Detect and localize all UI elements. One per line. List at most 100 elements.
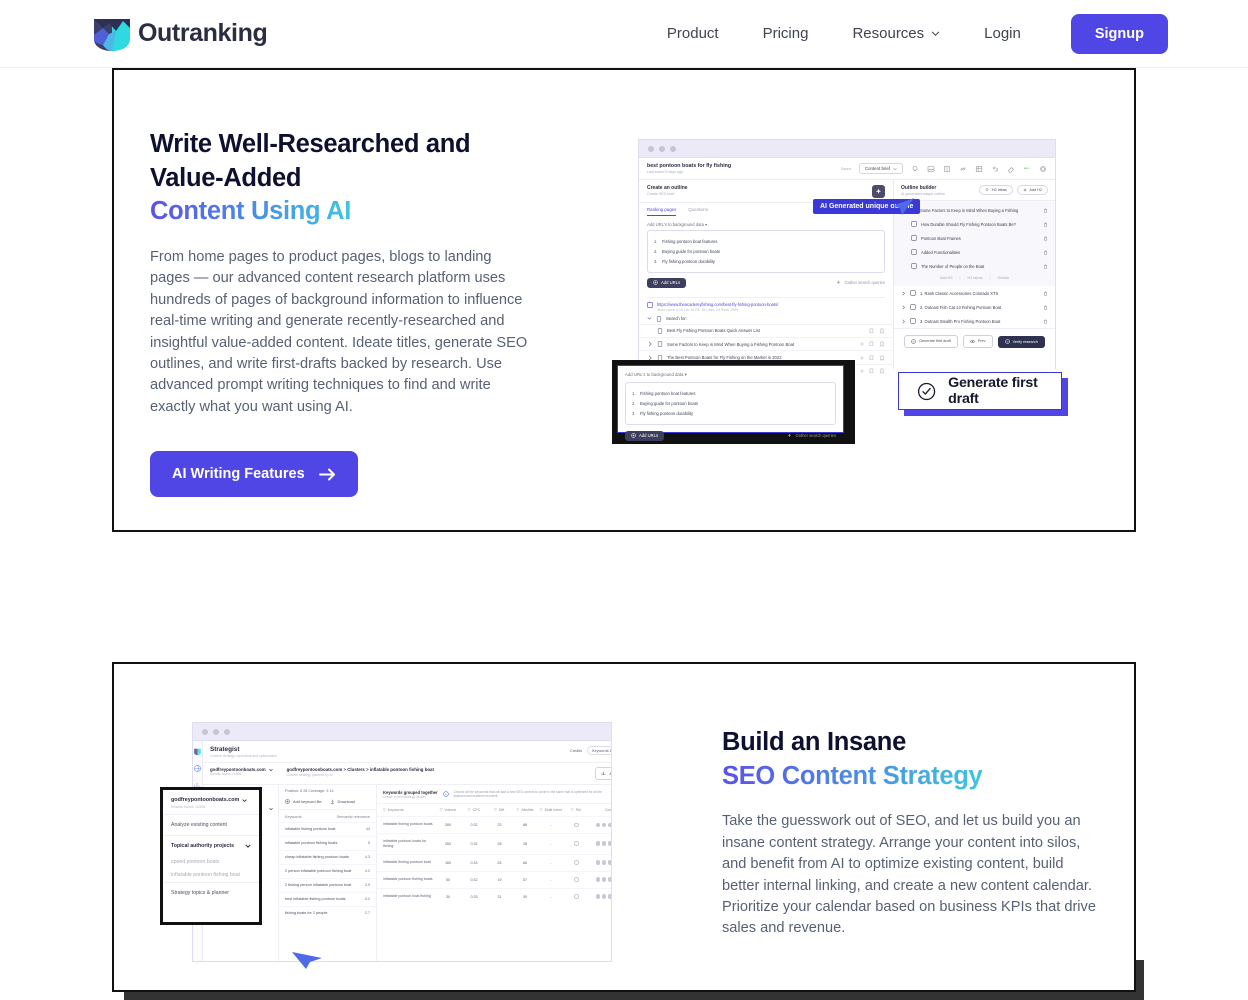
checkbox[interactable] <box>647 301 653 308</box>
outranking-logo-icon[interactable] <box>193 747 202 756</box>
settings-icon[interactable] <box>1039 165 1047 173</box>
link-icon[interactable] <box>959 165 967 173</box>
ai-generate-button[interactable] <box>872 185 885 198</box>
trash-icon[interactable] <box>1043 305 1048 310</box>
table-row[interactable]: inflatable pontoon fishing boats 50 0.32… <box>377 870 611 888</box>
overlay-item-inflatable-pontoon[interactable]: inflatable pontoon fishing boat <box>163 869 259 882</box>
row-actions[interactable] <box>859 341 885 347</box>
overlay-item-analyze-existing[interactable]: Analyze existing content <box>163 814 259 835</box>
th-keywords[interactable]: ▽ Keywords <box>383 808 435 813</box>
signup-button[interactable]: Signup <box>1070 13 1168 54</box>
h2-ideas-button[interactable]: H2 ideas <box>979 185 1013 196</box>
keyword-row[interactable]: inflatable pontoon fishing boats 5 <box>279 835 376 850</box>
outline-sub-item[interactable]: The Number of People on the Boat <box>894 259 1055 273</box>
undo-icon[interactable] <box>991 165 999 173</box>
generate-first-draft-callout[interactable]: Generate first draft <box>898 372 1068 416</box>
bookmark-icon[interactable] <box>879 328 885 334</box>
download-button[interactable]: Download <box>330 799 355 804</box>
plus-icon[interactable] <box>859 341 865 347</box>
image-icon[interactable] <box>927 165 935 173</box>
th-cpc[interactable]: ▽ CPC <box>461 808 487 813</box>
table-row[interactable]: inflatable pontoon boats for fishing 260… <box>377 832 611 854</box>
mode-selector[interactable]: Content brief <box>858 163 903 174</box>
tab-ranking-pages[interactable]: Ranking pages <box>647 207 677 216</box>
nav-item-pricing[interactable]: Pricing <box>741 15 831 52</box>
outline-sub-item[interactable]: How Durable Should Fly Fishing Pontoon B… <box>894 217 1055 231</box>
row-actions[interactable] <box>859 368 885 374</box>
table-row[interactable]: inflatable fishing pontoon boat 160 0.33… <box>377 853 611 871</box>
overlay-item-strategy-topics[interactable]: Strategy topics & planner <box>163 882 259 903</box>
nav-item-resources[interactable]: Resources <box>830 15 962 52</box>
bookmark-icon[interactable] <box>879 368 885 374</box>
bookmark-icon[interactable] <box>879 341 885 347</box>
copy-icon[interactable] <box>869 368 875 374</box>
trash-icon[interactable] <box>1043 236 1048 241</box>
chevron-right-icon[interactable] <box>901 319 906 324</box>
gather-queries-button[interactable]: Gather search queries <box>836 280 885 285</box>
table-row[interactable]: inflatable pontoon boat fishing 30 0.33 … <box>377 887 611 905</box>
book-icon[interactable] <box>943 165 951 173</box>
chevron-right-icon[interactable] <box>901 305 906 310</box>
row-actions[interactable] <box>859 355 885 361</box>
ai-writing-features-button[interactable]: AI Writing Features <box>150 451 358 498</box>
similar-button[interactable]: Similar <box>998 276 1010 280</box>
trash-icon[interactable] <box>1043 264 1048 269</box>
outline-heading-item[interactable]: 3. Outcast Stealth Pro Fishing Pontoon B… <box>894 314 1055 328</box>
th-multi-intent[interactable]: ▽ Multi Intent <box>538 808 564 813</box>
verify-research-button[interactable]: Verify research <box>997 335 1045 348</box>
logo[interactable]: Outranking <box>92 15 268 53</box>
overlay-gather-button[interactable]: Gather search queries <box>787 433 836 438</box>
copy-icon[interactable] <box>869 328 875 334</box>
row-actions[interactable] <box>869 328 885 334</box>
th-diff[interactable]: ▽ Diff. <box>487 808 512 813</box>
source-url[interactable]: https://www.theacademyfishing.com/best-f… <box>657 302 778 307</box>
keyword-row[interactable]: 2 person inflatable pontoon fishing boat… <box>279 863 376 878</box>
table-row[interactable]: inflatable fishing pontoon boats 260 0.3… <box>377 815 611 833</box>
analyze-new-cluster-button[interactable]: Analyze new cluster <box>595 767 611 780</box>
trash-icon[interactable] <box>1043 222 1048 227</box>
keyword-row[interactable]: 2 fishing person inflatable pontoon boat… <box>279 877 376 892</box>
keyword-row[interactable]: best inflatable fishing pontoon boats 3.2 <box>279 891 376 906</box>
tab-questions[interactable]: Questions <box>688 207 708 216</box>
eraser-icon[interactable] <box>1007 165 1015 173</box>
trash-icon[interactable] <box>1043 319 1048 324</box>
prev-button[interactable]: Prev <box>962 335 993 348</box>
generate-first-draft-button[interactable]: Generate first draft <box>904 335 958 348</box>
info-icon[interactable] <box>442 791 449 797</box>
chevron-right-icon[interactable] <box>901 291 906 296</box>
th-volume[interactable]: ▽ Volume <box>435 808 461 813</box>
trash-icon[interactable] <box>1043 250 1048 255</box>
outline-heading-item[interactable]: 2. Outcast Fish Cat 13 Fishing Pontoon B… <box>894 300 1055 314</box>
overlay-item-speed-pontoon[interactable]: speed pontoon boats <box>163 856 259 869</box>
result-row[interactable]: Best Fly Fishing Pontoon Boats Quick Ans… <box>639 323 893 337</box>
copy-icon[interactable] <box>869 355 875 361</box>
nav-item-login[interactable]: Login <box>962 15 1043 52</box>
bookmark-icon[interactable] <box>879 355 885 361</box>
plus-icon[interactable] <box>859 355 865 361</box>
trash-icon[interactable] <box>1043 208 1048 213</box>
chevron-right-icon[interactable] <box>647 341 653 347</box>
add-keyword-file-button[interactable]: Add keyword file <box>285 799 322 804</box>
plus-icon[interactable] <box>859 368 865 374</box>
add-h3-button[interactable]: Add H3 <box>940 276 953 280</box>
copy-icon[interactable] <box>869 341 875 347</box>
h3-ideas-button[interactable]: H3 ideas <box>968 276 983 280</box>
callout-face[interactable]: Generate first draft <box>898 372 1062 410</box>
overlay-domain-selector[interactable]: godfreypontoonboats.com <box>171 797 251 803</box>
outline-sub-item[interactable]: Pontoon Boat Frames <box>894 231 1055 245</box>
domain-selector[interactable]: godfreypontoonboats.com Results found: 1… <box>210 767 273 776</box>
overlay-item-topical-authority[interactable]: Topical authority projects <box>163 835 259 856</box>
result-row[interactable]: Some Factors to Keep in Mind When Buying… <box>639 336 893 350</box>
th-rel[interactable]: ▽ Rel. <box>564 808 589 813</box>
th-allintitle[interactable]: ▽ Allintitle <box>512 808 538 813</box>
add-h2-button[interactable]: Add H2 <box>1016 185 1048 196</box>
th-comp[interactable]: Comp. <box>589 808 611 813</box>
keyword-row[interactable]: fishing boats for 2 people 2.7 <box>279 905 376 920</box>
table-icon[interactable] <box>975 165 983 173</box>
add-urls-button[interactable]: Add URLs <box>647 277 687 288</box>
bulb-icon[interactable] <box>911 165 919 173</box>
outline-heading-item[interactable]: 1. Rank Classic Accessories Colorado XTS <box>894 286 1055 300</box>
outline-sub-item[interactable]: Added Functionalities <box>894 245 1055 259</box>
keyword-row[interactable]: cheap inflatable fishing pontoon boats 4.… <box>279 849 376 864</box>
keyword-row[interactable]: inflatable fishing pontoon boat 44 <box>279 822 376 836</box>
